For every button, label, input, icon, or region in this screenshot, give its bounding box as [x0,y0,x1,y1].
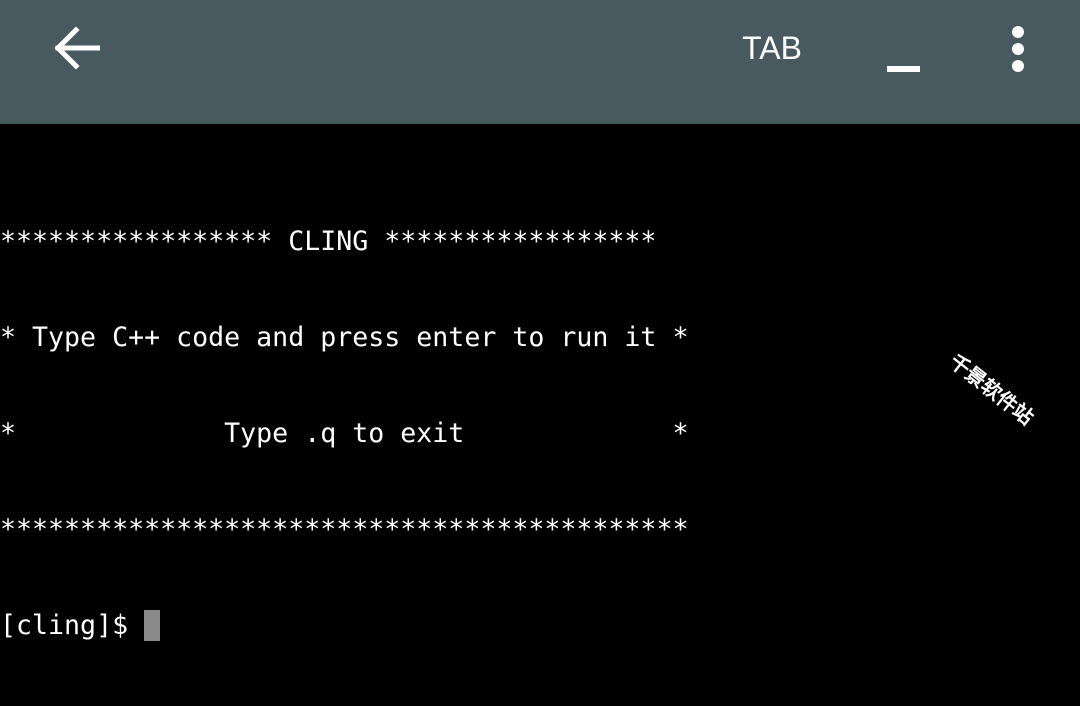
terminal-output: ***************** CLING ****************… [0,162,688,706]
terminal-screen[interactable]: ***************** CLING ****************… [0,124,1080,641]
back-button[interactable] [40,16,112,80]
banner-line: * Type .q to exit * [0,418,689,449]
underscore-icon [887,66,920,72]
banner-line: ****************************************… [0,514,689,545]
top-toolbar: TAB [0,0,1080,124]
arrow-left-icon [54,26,100,70]
tab-key-button[interactable]: TAB [728,26,816,70]
banner-line: * Type C++ code and press enter to run i… [0,322,689,353]
text-cursor [144,610,161,641]
more-options-button[interactable] [996,20,1040,76]
prompt-line[interactable]: [cling]$ [0,610,688,642]
prompt-text: [cling]$ [0,610,129,641]
banner-line: ***************** CLING ****************… [0,226,657,257]
minimize-keyboard-button[interactable] [874,36,932,82]
